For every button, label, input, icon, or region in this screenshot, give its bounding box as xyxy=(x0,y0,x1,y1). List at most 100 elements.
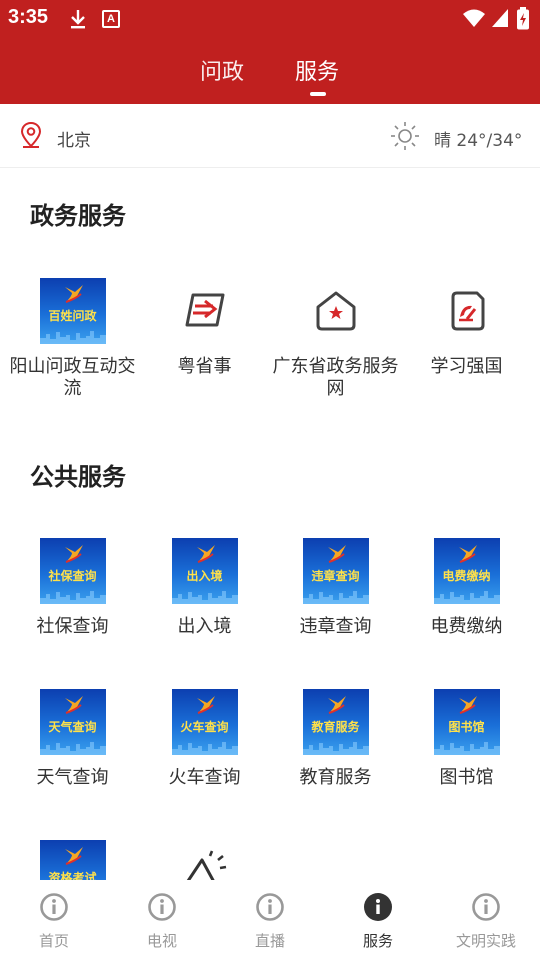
service-label: 学习强国 xyxy=(430,356,503,377)
nav-label: 直播 xyxy=(254,932,285,950)
service-tile: 百姓问政 xyxy=(39,278,106,344)
service-tile: 违章查询 xyxy=(302,538,369,604)
service-item-yangshan-wenzheng[interactable]: 百姓问政 阳山问政互动交流 xyxy=(7,278,138,400)
party-emblem-icon xyxy=(451,291,484,331)
app-header: 3:35 A 问政 服务 xyxy=(0,0,540,104)
city-skyline-icon xyxy=(39,591,106,604)
tile-text: 图书馆 xyxy=(448,720,485,734)
battery-icon xyxy=(517,7,529,30)
service-label: 广东省政务服务网 xyxy=(272,356,399,399)
city-skyline-icon xyxy=(171,591,238,604)
info-icon xyxy=(364,893,392,921)
download-icon xyxy=(71,10,85,29)
a-icon: A xyxy=(102,10,120,28)
party-emblem-icon-box xyxy=(434,278,500,344)
tab-fuwu[interactable]: 服务 xyxy=(295,54,339,86)
info-icon xyxy=(148,893,176,921)
status-bar: 3:35 A xyxy=(0,0,540,38)
logo-bird-icon xyxy=(196,696,215,714)
info-icon xyxy=(256,893,284,921)
nav-label: 文明实践 xyxy=(455,932,516,950)
city-skyline-icon xyxy=(302,742,369,755)
nav-item-live[interactable]: 直播 xyxy=(216,892,324,951)
service-tile: 电费缴纳 xyxy=(433,538,500,604)
service-label: 阳山问政互动交流 xyxy=(9,356,136,399)
logo-bird-icon xyxy=(64,285,83,303)
nav-label: 服务 xyxy=(362,932,393,950)
nav-item-tv[interactable]: 电视 xyxy=(108,892,216,951)
service-item-public[interactable]: 电费缴纳 电费缴纳 xyxy=(401,538,532,638)
section-title-gov: 政务服务 xyxy=(30,202,126,230)
section-title-public: 公共服务 xyxy=(30,463,126,491)
logo-bird-icon xyxy=(458,696,477,714)
city-skyline-icon xyxy=(433,742,500,755)
tile-text: 火车查询 xyxy=(180,720,229,734)
service-label: 图书馆 xyxy=(439,767,494,788)
bottom-nav: 首页 电视 直播 服务 文明实践 xyxy=(0,880,540,960)
service-label: 电费缴纳 xyxy=(430,616,503,637)
service-tile: 教育服务 xyxy=(302,689,369,755)
house-star-icon-box xyxy=(303,278,369,344)
logo-bird-icon xyxy=(327,545,346,563)
nav-item-home[interactable]: 首页 xyxy=(0,892,108,951)
nav-item-service[interactable]: 服务 xyxy=(324,892,432,951)
nav-label: 电视 xyxy=(146,932,177,950)
service-item-yue-sheng-shi[interactable]: 粤省事 xyxy=(139,278,270,378)
service-item-public[interactable]: 火车查询 火车查询 xyxy=(139,689,270,789)
active-tab-indicator xyxy=(310,92,326,96)
location-bar: 北京 晴 24°/34° xyxy=(0,104,540,168)
service-label: 社保查询 xyxy=(36,616,109,637)
yue-sheng-shi-icon-box xyxy=(172,278,238,344)
service-label: 违章查询 xyxy=(299,616,372,637)
tile-text: 教育服务 xyxy=(311,720,360,734)
info-icon xyxy=(472,893,500,921)
yue-sheng-shi-icon xyxy=(185,293,224,327)
service-label: 火车查询 xyxy=(168,767,241,788)
sun-icon xyxy=(391,122,419,150)
service-item-public[interactable]: 出入境 出入境 xyxy=(139,538,270,638)
status-time: 3:35 xyxy=(8,6,49,28)
logo-bird-icon xyxy=(196,545,215,563)
service-item-public[interactable]: 违章查询 违章查询 xyxy=(270,538,401,638)
service-label: 教育服务 xyxy=(299,767,372,788)
service-label: 出入境 xyxy=(177,616,232,637)
service-tile: 图书馆 xyxy=(433,689,500,755)
tile-text: 天气查询 xyxy=(48,720,97,734)
service-item-public[interactable]: 社保查询 社保查询 xyxy=(7,538,138,638)
service-item-public[interactable]: 图书馆 图书馆 xyxy=(401,689,532,789)
info-icon xyxy=(40,893,68,921)
city-skyline-icon xyxy=(39,331,106,344)
wifi-icon xyxy=(463,9,485,27)
top-tabs: 问政 服务 xyxy=(0,50,540,104)
logo-bird-icon xyxy=(327,696,346,714)
nav-item-civilization-practice[interactable]: 文明实践 xyxy=(432,892,540,951)
tile-text: 百姓问政 xyxy=(48,309,97,323)
service-tile: 天气查询 xyxy=(39,689,106,755)
tile-text: 出入境 xyxy=(186,569,223,583)
location-pin-icon[interactable] xyxy=(20,121,42,149)
city-skyline-icon xyxy=(171,742,238,755)
service-tile: 出入境 xyxy=(171,538,238,604)
tab-wenzheng[interactable]: 问政 xyxy=(200,54,244,86)
service-label: 粤省事 xyxy=(177,356,232,377)
house-star-icon xyxy=(316,291,355,331)
service-item-gd-gov-service[interactable]: 广东省政务服务网 xyxy=(270,278,401,400)
service-tile: 社保查询 xyxy=(39,538,106,604)
logo-bird-icon xyxy=(64,545,83,563)
logo-bird-icon xyxy=(64,847,83,865)
signal-icon xyxy=(492,9,508,27)
city-skyline-icon xyxy=(39,742,106,755)
tile-text: 电费缴纳 xyxy=(442,569,491,583)
city-skyline-icon xyxy=(302,591,369,604)
city-skyline-icon xyxy=(433,591,500,604)
service-item-public[interactable]: 天气查询 天气查询 xyxy=(7,689,138,789)
location-city[interactable]: 北京 xyxy=(57,126,91,151)
logo-bird-icon xyxy=(458,545,477,563)
service-item-xuexi-qiangguo[interactable]: 学习强国 xyxy=(401,278,532,378)
service-tile: 火车查询 xyxy=(171,689,238,755)
tile-text: 社保查询 xyxy=(48,569,97,583)
service-item-public[interactable]: 教育服务 教育服务 xyxy=(270,689,401,789)
tile-text: 违章查询 xyxy=(311,569,360,583)
logo-bird-icon xyxy=(64,696,83,714)
service-label: 天气查询 xyxy=(36,767,109,788)
